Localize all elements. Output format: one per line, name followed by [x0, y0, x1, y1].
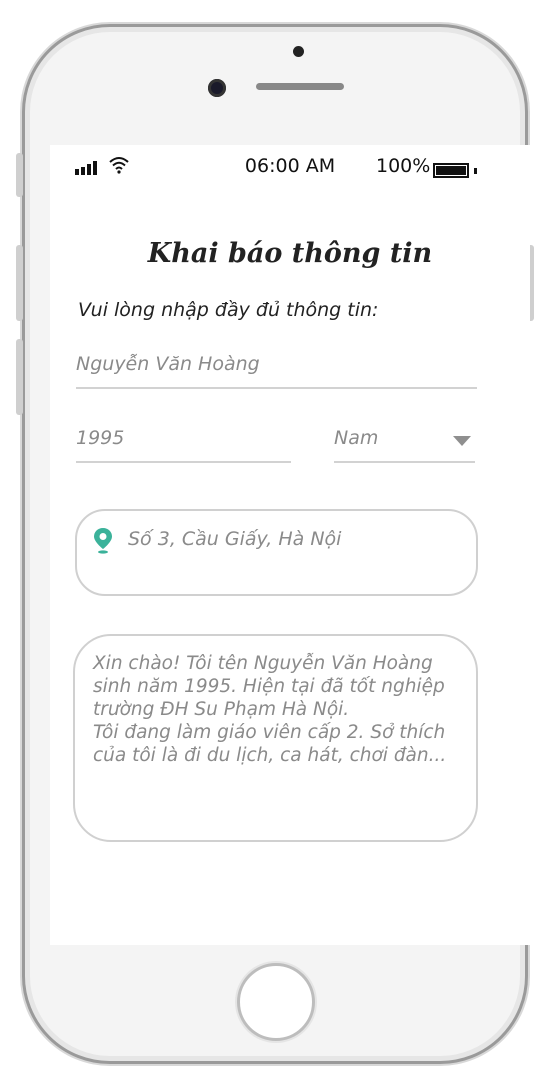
proximity-sensor	[293, 46, 304, 57]
form-instruction: Vui lòng nhập đầy đủ thông tin:	[78, 299, 379, 321]
location-pin-icon	[94, 528, 112, 554]
name-input[interactable]: Nguyễn Văn Hoàng	[76, 353, 477, 389]
chevron-down-icon	[453, 436, 471, 446]
home-button[interactable]	[237, 963, 315, 1041]
front-camera-icon	[208, 79, 226, 97]
volume-down-button	[16, 339, 23, 415]
address-input[interactable]: Số 3, Cầu Giấy, Hà Nội	[75, 509, 478, 596]
address-value: Số 3, Cầu Giấy, Hà Nội	[128, 528, 342, 550]
earpiece-speaker	[256, 83, 344, 90]
page-title: Khai báo thông tin	[147, 238, 433, 269]
name-value: Nguyễn Văn Hoàng	[76, 353, 260, 375]
screen: 06:00 AM 100% Khai báo thông tin Vui lòn…	[50, 145, 530, 945]
battery-icon	[433, 163, 469, 178]
mute-switch	[16, 153, 23, 197]
bio-textarea[interactable]: Xin chào! Tôi tên Nguyễn Văn Hoàng sinh …	[73, 634, 478, 842]
volume-up-button	[16, 245, 23, 321]
battery-tip	[474, 168, 477, 174]
birth-year-value: 1995	[76, 427, 125, 449]
gender-select[interactable]: Nam	[334, 427, 475, 463]
status-bar: 06:00 AM 100%	[50, 153, 530, 181]
gender-value: Nam	[334, 427, 379, 449]
battery-percent: 100%	[376, 155, 431, 177]
birth-year-input[interactable]: 1995	[76, 427, 291, 463]
